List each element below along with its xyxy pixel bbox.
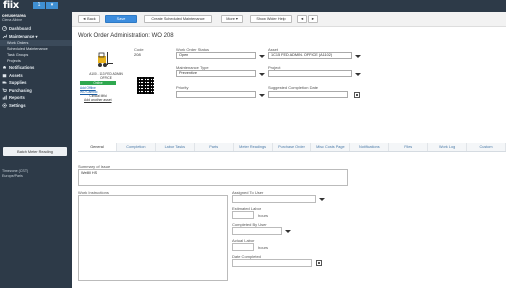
app-logo[interactable]: fiix: [3, 0, 19, 12]
sidebar-item-label: Supplies: [9, 80, 27, 86]
tab-general[interactable]: General: [78, 143, 117, 151]
chevron-down-icon[interactable]: [319, 198, 325, 201]
tab-meter-readings[interactable]: Meter Readings: [234, 143, 273, 151]
user-info: ceruserarea Ciena Albine: [0, 12, 72, 22]
hours-unit: hours: [258, 213, 269, 218]
asset-card-location: OFFICE: [100, 76, 112, 80]
top-button-menu[interactable]: ▾: [46, 2, 58, 9]
forklift-icon: [98, 52, 113, 67]
chevron-down-icon[interactable]: [355, 73, 361, 76]
priority-label: Priority: [176, 85, 189, 90]
bell-icon: [2, 65, 7, 70]
sidebar-item-label: Assets: [9, 72, 23, 78]
calendar-icon[interactable]: [316, 260, 322, 266]
next-record-button[interactable]: ►: [308, 15, 318, 23]
timezone-city: Europe/Paris: [2, 174, 23, 178]
dashboard-icon: [2, 26, 7, 32]
chevron-down-icon[interactable]: [259, 94, 265, 97]
sidebar-item-label: Purchasing: [9, 87, 32, 93]
chevron-down-icon[interactable]: [355, 55, 361, 58]
tab-misc-costs[interactable]: Misc Costs Page: [311, 143, 351, 151]
sidebar-item-settings[interactable]: Settings: [0, 102, 72, 110]
asset-select[interactable]: 1C15 FED ADMIN. OFFICE (A1102): [268, 52, 352, 59]
add-another-asset-link[interactable]: Add another asset: [84, 98, 112, 102]
tab-labor-tasks[interactable]: Labor Tasks: [156, 143, 195, 151]
user-sub: Ciena Albine: [2, 18, 23, 22]
summary-field[interactable]: Welllll HS: [78, 169, 348, 186]
sidebar-item-label: Reports: [9, 95, 25, 101]
show-help-button[interactable]: Show Wider Help: [250, 15, 292, 23]
sidebar-item-dashboard[interactable]: Dashboard: [0, 25, 72, 33]
top-buttons: 1 ▾: [33, 2, 58, 9]
previous-record-button[interactable]: ◄: [297, 15, 307, 23]
suggested-completion-input[interactable]: [268, 91, 348, 98]
assigned-user-select[interactable]: [232, 195, 316, 203]
tab-purchase-order[interactable]: Purchase Order: [273, 143, 312, 151]
qr-code: [137, 77, 154, 94]
actual-labor-input[interactable]: [232, 243, 254, 251]
sidebar-item-label: Settings: [9, 102, 26, 108]
top-button-1[interactable]: 1: [33, 2, 45, 9]
save-button[interactable]: Save: [105, 15, 137, 23]
project-select[interactable]: [268, 70, 352, 77]
sidebar-item-label: Notifications: [9, 65, 35, 71]
asset-card: A100 - 113 FED ADMIN OFFICE Online Add O…: [80, 45, 132, 98]
code-value: 208: [134, 52, 141, 57]
tab-completion[interactable]: Completion: [117, 143, 156, 151]
chart-icon: [2, 95, 7, 100]
chevron-down-icon[interactable]: [259, 73, 265, 76]
timezone-info: Timezone (CST) Europe/Paris: [2, 169, 28, 179]
back-button[interactable]: ◄ Back: [78, 15, 100, 23]
tab-custom[interactable]: Custom: [467, 143, 506, 151]
main-content: Work Order Administration: WO 208 A100 -…: [72, 27, 506, 288]
priority-select[interactable]: [176, 91, 256, 98]
toolbar: ◄ Back Save Create Scheduled Maintenance…: [72, 12, 506, 27]
sidebar-item-purchasing[interactable]: Purchasing: [0, 87, 72, 95]
sidebar-item-label: Maintenance ▾: [9, 33, 38, 39]
hours-unit: hours: [258, 245, 269, 250]
nav: Dashboard Maintenance ▾ Work Orders Sche…: [0, 25, 72, 109]
tab-notifications[interactable]: Notifications: [350, 143, 390, 151]
cart-icon: [2, 88, 7, 93]
calendar-icon[interactable]: [354, 92, 360, 98]
status-badge: Online: [80, 81, 116, 85]
sidebar-item-maintenance[interactable]: Maintenance ▾: [0, 33, 72, 41]
sidebar-item-notifications[interactable]: Notifications: [0, 64, 72, 72]
sidebar-item-supplies[interactable]: Supplies: [0, 79, 72, 87]
sidebar-item-reports[interactable]: Reports: [0, 94, 72, 102]
estimated-labor-input[interactable]: [232, 211, 254, 219]
tab-files[interactable]: Files: [389, 143, 429, 151]
batch-meter-reading-button[interactable]: Batch Meter Reading: [3, 147, 67, 156]
more-button[interactable]: More ▾: [221, 15, 243, 23]
work-instructions-field[interactable]: [78, 195, 228, 281]
chevron-down-icon[interactable]: [259, 55, 265, 58]
completed-by-select[interactable]: [232, 227, 282, 235]
wrench-icon: [2, 34, 7, 39]
batch-meter-reading-label: Batch Meter Reading: [17, 149, 53, 154]
sidebar: ceruserarea Ciena Albine Dashboard Maint…: [0, 12, 72, 288]
box-icon: [2, 73, 7, 78]
date-completed-input[interactable]: [232, 259, 312, 267]
suggested-completion-label: Suggested Completion Date: [268, 85, 319, 90]
page-title: Work Order Administration: WO 208: [78, 33, 174, 39]
tab-work-log[interactable]: Work Log: [428, 143, 468, 151]
sidebar-item-label: Dashboard: [9, 26, 31, 32]
truck-icon: [2, 80, 7, 85]
chevron-down-icon[interactable]: [285, 230, 291, 233]
maintenance-type-select[interactable]: Preventive: [176, 70, 256, 77]
gear-icon: [2, 103, 7, 108]
sidebar-item-assets[interactable]: Assets: [0, 72, 72, 80]
tab-parts[interactable]: Parts: [195, 143, 234, 151]
top-bar: fiix 1 ▾: [0, 0, 506, 12]
create-scheduled-maintenance-button[interactable]: Create Scheduled Maintenance: [144, 15, 212, 23]
status-select[interactable]: Open: [176, 52, 256, 59]
tab-bar: General Completion Labor Tasks Parts Met…: [78, 143, 506, 152]
